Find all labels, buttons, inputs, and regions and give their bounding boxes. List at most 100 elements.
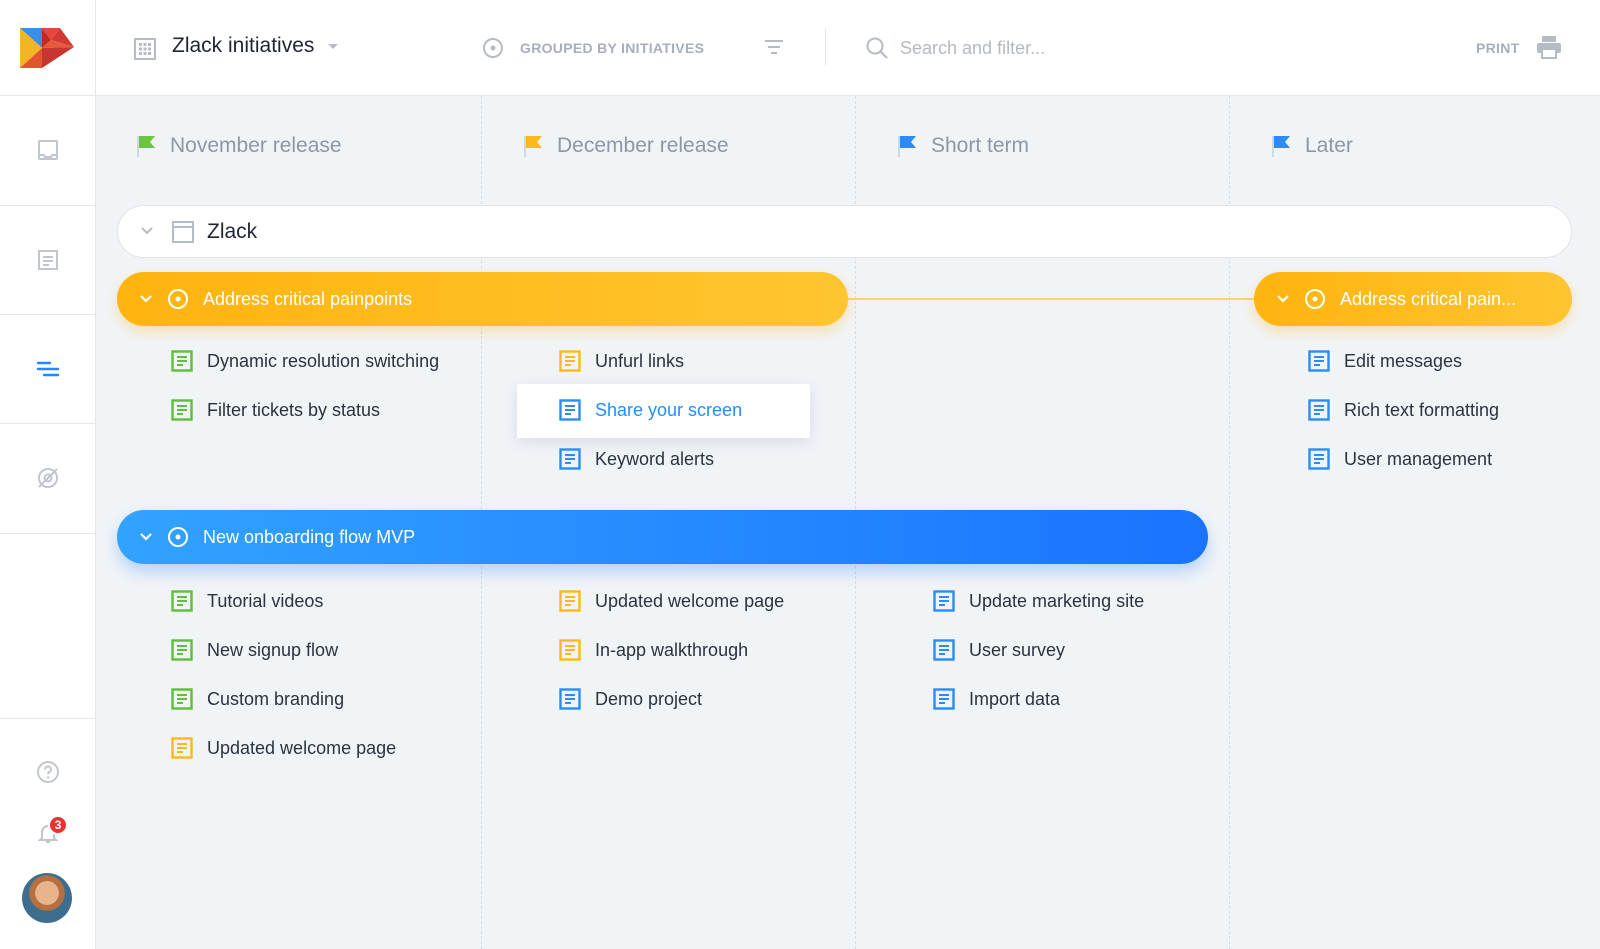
sidebar-divider: [0, 205, 95, 206]
feature-item[interactable]: User management: [1308, 445, 1492, 473]
feature-icon: [1308, 448, 1330, 470]
flag-icon: [1272, 136, 1290, 157]
feature-label: Edit messages: [1344, 350, 1463, 371]
column-title: December release: [557, 134, 729, 157]
inbox-icon[interactable]: [33, 135, 63, 165]
column-header-november[interactable]: November release: [136, 134, 342, 158]
feature-item[interactable]: Update marketing site: [933, 587, 1144, 615]
feature-label: Filter tickets by status: [207, 399, 381, 420]
feature-item[interactable]: New signup flow: [171, 636, 338, 664]
feature-label: In-app walkthrough: [595, 639, 749, 660]
feature-label: Updated welcome page: [595, 590, 785, 611]
feature-label: Keyword alerts: [595, 448, 715, 469]
feature-item[interactable]: Filter tickets by status: [171, 396, 380, 424]
help-icon[interactable]: [33, 757, 63, 787]
target-icon: [167, 288, 189, 310]
feature-icon: [171, 639, 193, 661]
column-header-short-term[interactable]: Short term: [897, 134, 1029, 158]
feature-icon: [1308, 399, 1330, 421]
target-icon: [167, 526, 189, 548]
feature-icon: [171, 350, 193, 372]
feature-item[interactable]: Unfurl links: [559, 347, 684, 375]
flag-icon: [137, 136, 155, 157]
feature-label: Custom branding: [207, 688, 345, 709]
sidebar-divider: [0, 718, 95, 719]
feature-label: User survey: [969, 639, 1066, 660]
feature-item[interactable]: In-app walkthrough: [559, 636, 748, 664]
feature-item[interactable]: Import data: [933, 685, 1060, 713]
notification-badge: 3: [48, 815, 68, 835]
grid-icon: [134, 38, 156, 60]
feature-label: Import data: [969, 688, 1061, 709]
feature-item[interactable]: User survey: [933, 636, 1065, 664]
roadmap-icon[interactable]: [33, 354, 63, 384]
feature-item[interactable]: Demo project: [559, 685, 702, 713]
hidden-eye-icon[interactable]: [33, 463, 63, 493]
initiative-connector: [848, 298, 1254, 300]
feature-label: Unfurl links: [595, 350, 685, 371]
feature-icon: [171, 737, 193, 759]
filter-icon[interactable]: [764, 38, 784, 58]
sidebar: 3: [0, 0, 96, 949]
feature-item[interactable]: Custom branding: [171, 685, 344, 713]
feature-icon: [559, 350, 581, 372]
feature-item[interactable]: Tutorial videos: [171, 587, 323, 615]
chevron-down-icon[interactable]: [140, 224, 154, 238]
feature-icon: [559, 399, 581, 421]
initiative-label: Address critical pain...: [1340, 288, 1517, 309]
initiative-label: New onboarding flow MVP: [203, 526, 416, 547]
target-icon: [483, 38, 503, 58]
feature-icon: [559, 448, 581, 470]
column-header-december[interactable]: December release: [523, 134, 729, 158]
feature-label: Tutorial videos: [207, 590, 324, 611]
chevron-down-icon[interactable]: [328, 44, 338, 49]
sidebar-divider: [0, 95, 95, 96]
sidebar-divider: [0, 423, 95, 424]
search-input[interactable]: [900, 34, 1200, 62]
chevron-down-icon[interactable]: [139, 292, 153, 306]
initiative-bar-painpoints-later[interactable]: Address critical pain...: [1254, 272, 1572, 326]
feature-icon: [1308, 350, 1330, 372]
feature-item[interactable]: Updated welcome page: [559, 587, 784, 615]
chevron-down-icon[interactable]: [1276, 292, 1290, 306]
feature-label: Updated welcome page: [207, 737, 397, 758]
product-row[interactable]: Zlack: [117, 205, 1572, 258]
column-header-later[interactable]: Later: [1271, 134, 1353, 158]
top-bar: Zlack initiatives GROUPED BY INITIATIVES…: [96, 0, 1600, 96]
chevron-down-icon[interactable]: [139, 530, 153, 544]
print-button[interactable]: PRINT: [1476, 40, 1520, 56]
product-icon: [172, 221, 194, 243]
feature-icon: [171, 590, 193, 612]
feature-icon: [559, 639, 581, 661]
target-icon: [1304, 288, 1326, 310]
feature-item-selected[interactable]: Share your screen: [559, 396, 742, 424]
feature-item[interactable]: Rich text formatting: [1308, 396, 1499, 424]
avatar[interactable]: [22, 873, 72, 923]
feature-label: Rich text formatting: [1344, 399, 1500, 420]
feature-label: New signup flow: [207, 639, 339, 660]
feature-label: Dynamic resolution switching: [207, 350, 440, 371]
feature-item[interactable]: Updated welcome page: [171, 734, 396, 762]
feature-icon: [933, 639, 955, 661]
initiative-bar-painpoints[interactable]: Address critical painpoints: [117, 272, 848, 326]
feature-label: User management: [1344, 448, 1493, 469]
sidebar-divider: [0, 533, 95, 534]
initiative-bar-onboarding[interactable]: New onboarding flow MVP: [117, 510, 1208, 564]
feature-item[interactable]: Edit messages: [1308, 347, 1462, 375]
feature-label: Share your screen: [595, 399, 743, 420]
grouping-selector[interactable]: GROUPED BY INITIATIVES: [520, 40, 704, 56]
document-icon[interactable]: [33, 245, 63, 275]
feature-icon: [171, 399, 193, 421]
sidebar-divider: [0, 314, 95, 315]
feature-item[interactable]: Keyword alerts: [559, 445, 714, 473]
product-name: Zlack: [207, 220, 258, 243]
feature-label: Update marketing site: [969, 590, 1145, 611]
board-title[interactable]: Zlack initiatives: [172, 34, 314, 58]
feature-icon: [933, 688, 955, 710]
feature-item[interactable]: Dynamic resolution switching: [171, 347, 439, 375]
feature-icon: [559, 590, 581, 612]
app-logo[interactable]: [20, 24, 74, 70]
flag-icon: [898, 136, 916, 157]
header-divider: [825, 28, 826, 66]
printer-icon[interactable]: [1536, 35, 1562, 59]
